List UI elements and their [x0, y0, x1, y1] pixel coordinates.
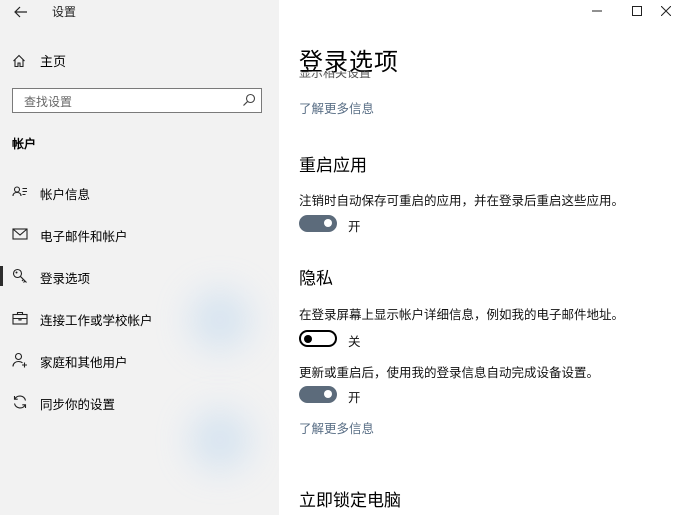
sidebar-item-label: 电子邮件和帐户	[40, 229, 128, 244]
privacy-option2-toggle-state: 开	[348, 390, 361, 405]
clipped-text: 显示相关设置	[299, 71, 372, 80]
briefcase-icon	[11, 309, 29, 327]
key-icon	[11, 267, 29, 285]
toggle-knob	[304, 334, 312, 343]
privacy-option1-toggle[interactable]	[299, 330, 337, 347]
lock-pc-heading: 立即锁定电脑	[299, 491, 401, 511]
sidebar-item-account-info[interactable]: 帐户信息	[0, 177, 279, 207]
search-box	[12, 88, 262, 113]
sidebar-item-sync[interactable]: 同步你的设置	[0, 387, 279, 417]
restart-apps-heading: 重启应用	[299, 156, 367, 176]
sidebar-item-label: 连接工作或学校帐户	[40, 313, 153, 328]
privacy-option2-description: 更新或重启后，使用我的登录信息自动完成设备设置。	[299, 365, 600, 380]
sidebar: 设置 主页 帐户 帐户信息 电子邮件和帐户	[0, 0, 279, 515]
mail-icon	[11, 225, 29, 243]
close-icon	[661, 6, 671, 16]
sidebar-item-label: 登录选项	[40, 271, 91, 286]
sidebar-item-label: 帐户信息	[40, 187, 91, 202]
clipped-related-text: 显示相关设置	[299, 71, 499, 84]
restart-apps-description: 注销时自动保存可重启的应用，并在登录后重启这些应用。	[299, 193, 625, 208]
maximize-icon	[632, 6, 642, 16]
sidebar-home[interactable]: 主页	[12, 51, 66, 70]
privacy-option1-toggle-state: 关	[348, 334, 361, 349]
privacy-learn-more-link[interactable]: 了解更多信息	[299, 418, 374, 437]
sidebar-item-work-school[interactable]: 连接工作或学校帐户	[0, 303, 279, 333]
restart-apps-toggle-state: 开	[348, 219, 361, 234]
search-input[interactable]	[22, 90, 241, 113]
minimize-icon	[592, 10, 602, 12]
privacy-option1-description: 在登录屏幕上显示帐户详细信息，例如我的电子邮件地址。	[299, 307, 625, 322]
app-title: 设置	[52, 5, 77, 19]
person-card-icon	[11, 183, 29, 201]
background-glow	[190, 410, 250, 470]
privacy-heading: 隐私	[299, 269, 333, 289]
sidebar-item-label: 同步你的设置	[40, 397, 116, 412]
back-button[interactable]	[10, 2, 32, 22]
sidebar-item-label: 家庭和其他用户	[40, 355, 128, 370]
person-add-icon	[11, 351, 29, 369]
selection-indicator	[0, 266, 3, 286]
close-button[interactable]	[643, 0, 689, 22]
sidebar-home-label: 主页	[40, 55, 67, 70]
back-arrow-icon	[14, 6, 27, 18]
learn-more-link[interactable]: 了解更多信息	[299, 98, 374, 117]
sidebar-item-sign-in-options[interactable]: 登录选项	[0, 261, 279, 291]
toggle-knob	[324, 219, 332, 227]
sidebar-item-family[interactable]: 家庭和其他用户	[0, 345, 279, 375]
section-title: 帐户	[12, 137, 37, 151]
sync-icon	[11, 393, 29, 411]
search-icon[interactable]	[242, 93, 256, 107]
toggle-knob	[324, 390, 332, 398]
home-icon	[13, 54, 25, 67]
restart-apps-toggle[interactable]	[299, 215, 337, 232]
sidebar-item-email[interactable]: 电子邮件和帐户	[0, 219, 279, 249]
privacy-option2-toggle[interactable]	[299, 386, 337, 403]
